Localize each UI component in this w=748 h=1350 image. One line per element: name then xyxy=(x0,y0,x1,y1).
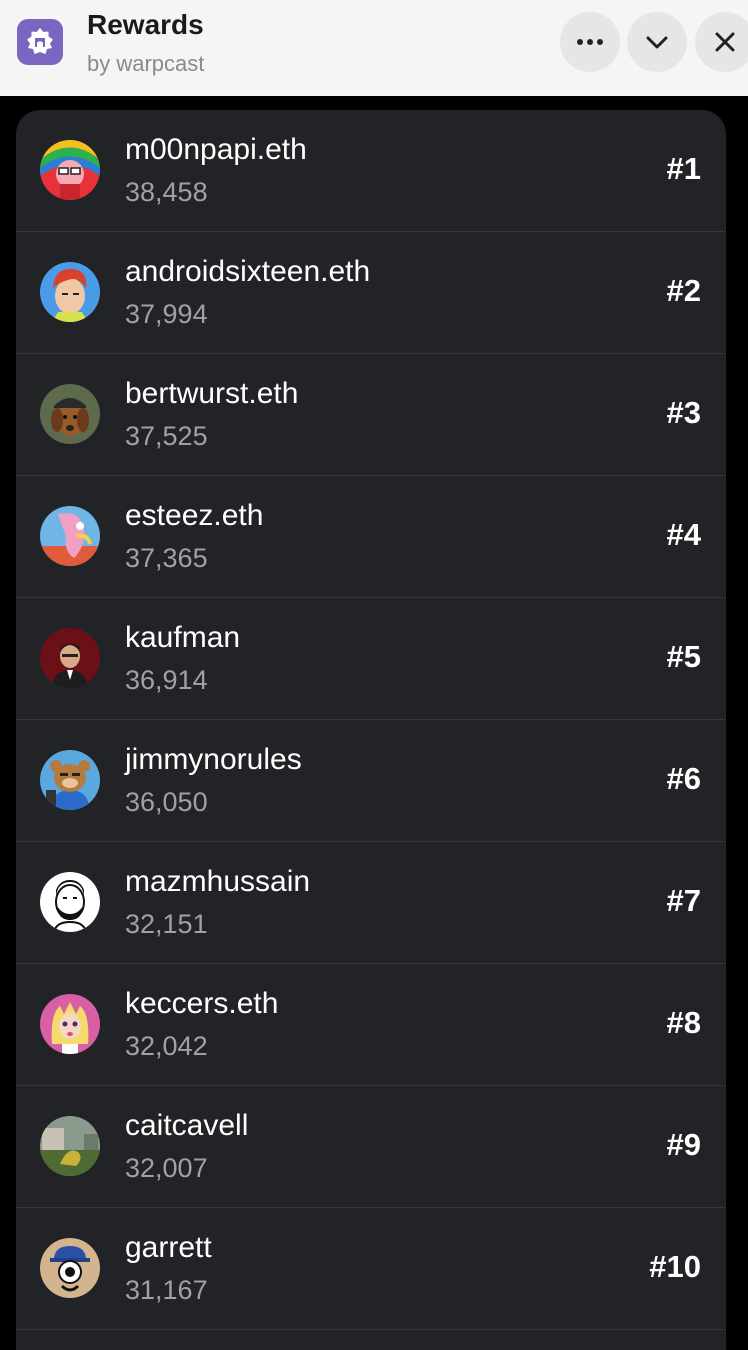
username[interactable]: keccers.eth xyxy=(125,987,278,1021)
score: 36,050 xyxy=(125,787,208,817)
username[interactable]: jimmynorules xyxy=(125,743,302,777)
rank: #2 xyxy=(666,273,701,308)
app-subtitle: by warpcast xyxy=(87,51,205,76)
score: 38,458 xyxy=(125,177,208,207)
avatar xyxy=(40,506,100,566)
warpcast-arch-icon xyxy=(27,28,53,54)
leaderboard-row[interactable]: esteez.eth 37,365 #4 xyxy=(16,476,726,598)
leaderboard-row[interactable]: jimmynorules 36,050 #6 xyxy=(16,720,726,842)
username[interactable]: esteez.eth xyxy=(125,499,263,533)
avatar xyxy=(40,262,100,322)
rank: #3 xyxy=(666,395,701,430)
score: 37,365 xyxy=(125,543,208,573)
app-icon xyxy=(17,19,63,65)
score: 36,914 xyxy=(125,665,208,695)
avatar xyxy=(40,750,100,810)
score: 37,525 xyxy=(125,421,208,451)
score: 32,042 xyxy=(125,1031,208,1061)
avatar xyxy=(40,1116,100,1176)
avatar xyxy=(40,994,100,1054)
leaderboard-row[interactable]: keccers.eth 32,042 #8 xyxy=(16,964,726,1086)
close-icon xyxy=(715,32,735,52)
more-options-button[interactable] xyxy=(560,12,620,72)
close-button[interactable] xyxy=(695,12,748,72)
rank: #8 xyxy=(666,1005,701,1040)
username[interactable]: garrett xyxy=(125,1231,212,1265)
username[interactable]: mazmhussain xyxy=(125,865,310,899)
rank: #6 xyxy=(666,761,701,796)
score: 32,151 xyxy=(125,909,208,939)
chevron-down-icon xyxy=(646,36,668,49)
rank: #4 xyxy=(666,517,701,552)
leaderboard-list: m00npapi.eth 38,458 #1 androidsixteen.et… xyxy=(16,110,726,1350)
username[interactable]: m00npapi.eth xyxy=(125,133,307,167)
leaderboard-row[interactable]: garrett 31,167 #10 xyxy=(16,1208,726,1330)
username[interactable]: androidsixteen.eth xyxy=(125,255,370,289)
score: 31,167 xyxy=(125,1275,208,1305)
username[interactable]: kaufman xyxy=(125,621,240,655)
rank: #1 xyxy=(666,151,701,186)
avatar xyxy=(40,872,100,932)
leaderboard-row[interactable]: m00npapi.eth 38,458 #1 xyxy=(16,110,726,232)
rank: #9 xyxy=(666,1127,701,1162)
leaderboard-row[interactable]: androidsixteen.eth 37,994 #2 xyxy=(16,232,726,354)
leaderboard-row[interactable]: mazmhussain 32,151 #7 xyxy=(16,842,726,964)
avatar xyxy=(40,1238,100,1298)
more-icon xyxy=(577,39,603,45)
leaderboard-row[interactable]: bertwurst.eth 37,525 #3 xyxy=(16,354,726,476)
avatar xyxy=(40,384,100,444)
app-title: Rewards xyxy=(87,9,204,40)
frame-header: Rewards by warpcast xyxy=(0,0,748,96)
leaderboard-row[interactable]: caitcavell 32,007 #9 xyxy=(16,1086,726,1208)
avatar xyxy=(40,628,100,688)
leaderboard-row[interactable]: kaufman 36,914 #5 xyxy=(16,598,726,720)
score: 37,994 xyxy=(125,299,208,329)
score: 32,007 xyxy=(125,1153,208,1183)
rank: #10 xyxy=(649,1249,701,1284)
rank: #7 xyxy=(666,883,701,918)
rank: #5 xyxy=(666,639,701,674)
collapse-button[interactable] xyxy=(627,12,687,72)
username[interactable]: caitcavell xyxy=(125,1109,248,1143)
avatar xyxy=(40,140,100,200)
username[interactable]: bertwurst.eth xyxy=(125,377,298,411)
